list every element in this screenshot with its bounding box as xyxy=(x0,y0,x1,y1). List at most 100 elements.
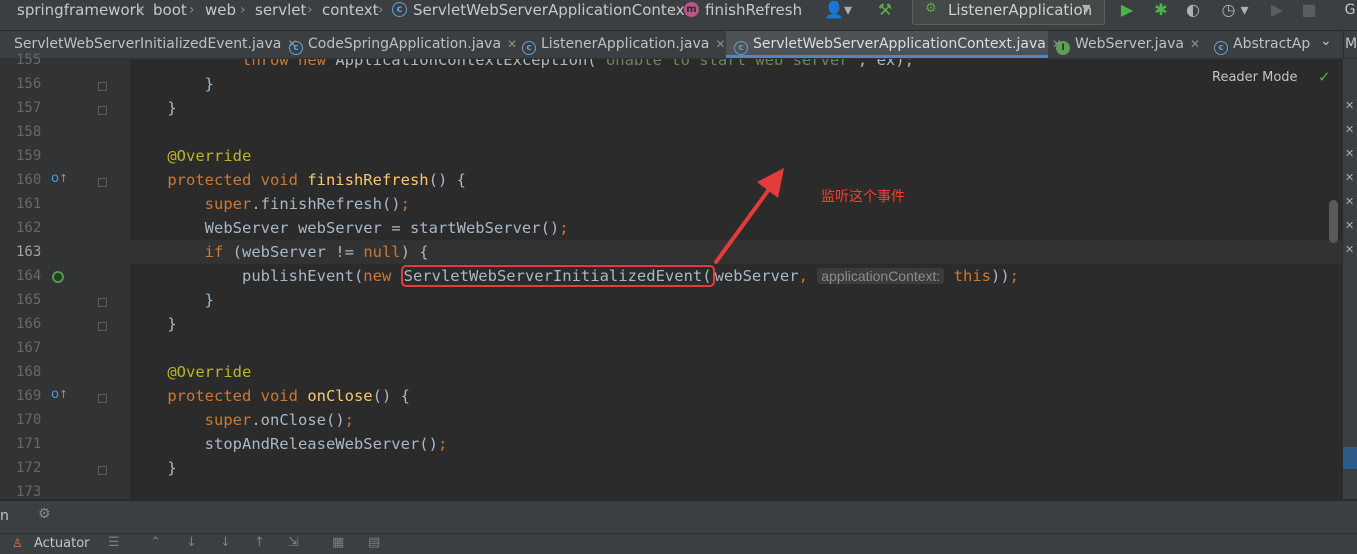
actuator-tab[interactable]: Actuator xyxy=(34,536,90,551)
code-line[interactable]: } xyxy=(130,72,1342,96)
right-tool-strip-label[interactable]: G xyxy=(1343,0,1357,22)
code-token: super xyxy=(130,411,252,429)
line-number: 160 xyxy=(16,172,42,188)
code-token: )) xyxy=(991,267,1010,285)
fold-marker-icon[interactable] xyxy=(98,322,107,331)
breadcrumb-item[interactable]: finishRefresh xyxy=(705,0,802,30)
code-line[interactable]: } xyxy=(130,456,1342,480)
tab-label: CodeSpringApplication.java xyxy=(308,36,502,52)
close-icon[interactable]: ✕ xyxy=(1190,37,1200,51)
code-line[interactable] xyxy=(130,480,1342,499)
code-line[interactable]: @Override xyxy=(130,360,1342,384)
fold-marker-icon[interactable] xyxy=(98,298,107,307)
class-icon: c xyxy=(1214,41,1228,55)
close-icon[interactable]: ✕ xyxy=(715,37,725,51)
tab-web-server[interactable]: I WebServer.java ✕ xyxy=(1056,31,1208,58)
code-line[interactable]: super.onClose(); xyxy=(130,408,1342,432)
run-configuration-select[interactable]: ⚙ ListenerApplication ▼ xyxy=(912,0,1105,25)
override-method-icon[interactable]: o↑ xyxy=(51,387,68,402)
tab-code-spring-application[interactable]: c CodeSpringApplication.java ✕ xyxy=(289,31,517,58)
fold-marker-icon[interactable] xyxy=(98,178,107,187)
line-number: 163 xyxy=(16,244,42,260)
fold-marker-icon[interactable] xyxy=(98,82,107,91)
code-token: @Override xyxy=(130,363,252,381)
override-method-icon[interactable]: o↑ xyxy=(51,171,68,186)
code-editor[interactable]: throw new ApplicationContextException("U… xyxy=(130,59,1342,499)
code-line[interactable]: } xyxy=(130,312,1342,336)
event-listener-gutter-icon[interactable] xyxy=(52,271,64,283)
code-line[interactable]: } xyxy=(130,288,1342,312)
vertical-scrollbar[interactable] xyxy=(1329,200,1338,243)
selected-tool-marker[interactable] xyxy=(1343,447,1357,469)
arrow-up-icon[interactable]: ↑ xyxy=(254,535,265,550)
build-hammer-icon[interactable]: ⚒ xyxy=(874,0,896,22)
collapse-icon[interactable]: ⌃ xyxy=(150,535,161,550)
fold-marker-icon[interactable] xyxy=(98,106,107,115)
breadcrumb-item[interactable]: web xyxy=(205,0,236,30)
code-token: @Override xyxy=(130,147,252,165)
breadcrumb-item[interactable]: boot xyxy=(153,0,187,30)
filter-icon[interactable]: ⇲ xyxy=(288,535,299,550)
fold-marker-icon[interactable] xyxy=(98,466,107,475)
inspection-ok-check-icon[interactable]: ✓ xyxy=(1318,68,1331,86)
arrow-down-icon[interactable]: ↓ xyxy=(220,535,231,550)
profiler-icon[interactable]: ◷ ▾ xyxy=(1215,0,1255,22)
code-token: () { xyxy=(372,387,410,405)
line-number: 161 xyxy=(16,196,42,212)
code-line[interactable]: protected void finishRefresh() { xyxy=(130,168,1342,192)
breadcrumb-separator: › xyxy=(138,2,144,18)
code-line[interactable] xyxy=(130,120,1342,144)
class-icon: c xyxy=(522,41,536,55)
close-icon[interactable]: ✕ xyxy=(507,37,517,51)
code-token: if xyxy=(130,243,233,261)
close-icon[interactable]: ✕ xyxy=(1345,171,1354,184)
debug-icon[interactable]: ✱ xyxy=(1150,0,1172,22)
menu-icon[interactable]: ☰ xyxy=(108,535,120,550)
code-token: this xyxy=(944,267,991,285)
code-token: publishEvent( xyxy=(130,267,364,285)
close-icon[interactable]: ✕ xyxy=(1345,123,1354,136)
close-icon[interactable]: ✕ xyxy=(1345,147,1354,160)
code-line[interactable] xyxy=(130,336,1342,360)
breadcrumb-item[interactable]: servlet xyxy=(255,0,306,30)
right-tool-strip-tab[interactable]: M xyxy=(1343,31,1357,58)
arrow-down-icon[interactable]: ↓ xyxy=(186,535,197,550)
breadcrumb-item[interactable]: context xyxy=(322,0,379,30)
code-line[interactable]: @Override xyxy=(130,144,1342,168)
tab-label: ServletWebServerInitializedEvent.java xyxy=(14,36,282,52)
tab-listener-application[interactable]: c ListenerApplication.java ✕ xyxy=(522,31,727,58)
interface-icon: I xyxy=(1056,41,1070,55)
close-icon[interactable]: ✕ xyxy=(1345,99,1354,112)
breadcrumb-item[interactable]: ServletWebServerApplicationContext xyxy=(413,0,691,30)
breadcrumb-item[interactable]: springframework xyxy=(17,0,144,30)
settings-icon[interactable]: ⚙ xyxy=(38,506,51,522)
fold-marker-icon[interactable] xyxy=(98,394,107,403)
close-icon[interactable]: ✕ xyxy=(1345,243,1354,256)
user-icon[interactable]: 👤▾ xyxy=(820,0,856,22)
code-line[interactable]: if (webServer != null) { xyxy=(130,240,1342,264)
breadcrumb-separator: › xyxy=(307,2,313,18)
code-line[interactable]: publishEvent(new ServletWebServerInitial… xyxy=(130,264,1342,288)
grid-icon[interactable]: ▤ xyxy=(368,535,380,550)
reader-mode-button[interactable]: Reader Mode xyxy=(1212,70,1298,85)
line-number: 155 xyxy=(16,52,42,68)
breadcrumb-separator: › xyxy=(240,2,246,18)
run-icon[interactable]: ▶ xyxy=(1117,0,1137,22)
tab-abstract-ap[interactable]: c AbstractAp xyxy=(1214,31,1314,58)
close-icon[interactable]: ✕ xyxy=(1345,219,1354,232)
coverage-icon[interactable]: ◐ xyxy=(1182,0,1204,22)
tab-servlet-web-server-application-context[interactable]: c ServletWebServerApplicationContext.java… xyxy=(726,31,1062,58)
editor-gutter: 155 156 157 158 159 160 o↑ 161 162 163 164 165 166 16… xyxy=(0,52,130,500)
code-line[interactable]: protected void onClose() { xyxy=(130,384,1342,408)
layout-icon[interactable]: ▦ xyxy=(332,535,344,550)
code-line[interactable]: WebServer webServer = startWebServer(); xyxy=(130,216,1342,240)
code-line[interactable]: } xyxy=(130,96,1342,120)
tool-window-title-fragment[interactable]: n xyxy=(0,508,9,524)
code-line[interactable]: super.finishRefresh(); xyxy=(130,192,1342,216)
line-number: 169 xyxy=(16,388,42,404)
code-line[interactable]: stopAndReleaseWebServer(); xyxy=(130,432,1342,456)
code-line[interactable]: throw new ApplicationContextException("U… xyxy=(130,59,1342,72)
close-icon[interactable]: ✕ xyxy=(1345,195,1354,208)
tab-overflow-chevron-icon[interactable]: ⌄ xyxy=(1320,33,1332,49)
